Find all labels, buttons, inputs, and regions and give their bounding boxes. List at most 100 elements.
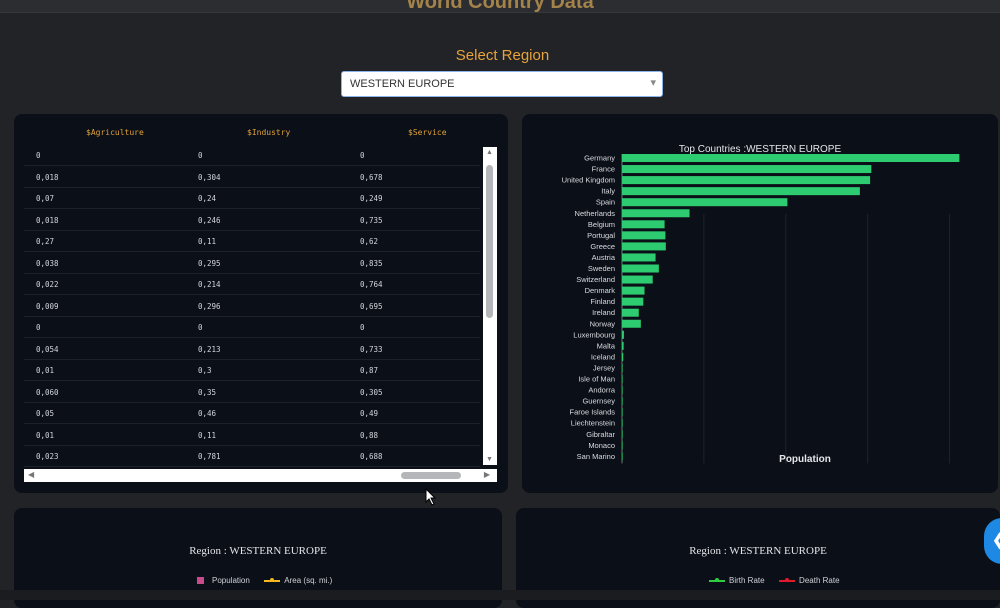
legend-label-death-rate[interactable]: Death Rate <box>799 576 839 585</box>
table-cell: 0,62 <box>360 237 379 246</box>
table-cell: 0,764 <box>360 280 383 289</box>
legend-label-area[interactable]: Area (sq. mi.) <box>284 576 332 585</box>
region-select-value: WESTERN EUROPE <box>350 78 455 90</box>
bar[interactable] <box>622 198 788 207</box>
table-row[interactable]: 0,07 0,24 0,249 <box>24 187 480 209</box>
scroll-right-icon[interactable]: ▶ <box>484 470 490 479</box>
bar[interactable] <box>622 187 860 196</box>
table-row[interactable]: 0,038 0,295 0,835 <box>24 252 480 274</box>
bar[interactable] <box>622 209 690 218</box>
table-cell: 0 <box>198 151 203 160</box>
table-row[interactable]: 0,01 0,3 0,87 <box>24 359 480 381</box>
column-header-service[interactable]: $Service <box>408 128 447 137</box>
horizontal-scrollbar[interactable]: ◀ ▶ <box>24 469 497 482</box>
bar[interactable] <box>622 275 653 284</box>
horizontal-scroll-thumb[interactable] <box>401 472 461 479</box>
vertical-scrollbar[interactable]: ▲ ▼ <box>483 147 497 465</box>
table-row[interactable]: 0,05 0,46 0,49 <box>24 402 480 424</box>
category-label: Spain <box>596 198 615 207</box>
category-label: Jersey <box>593 363 615 372</box>
category-label: Luxembourg <box>573 330 615 339</box>
column-header-industry[interactable]: $Industry <box>247 128 290 137</box>
table-row[interactable]: 0,01 0,11 0,88 <box>24 424 480 446</box>
bar[interactable] <box>622 154 960 162</box>
mouse-cursor-icon <box>425 488 437 506</box>
top-countries-chart-card: Top Countries :WESTERN EUROPE Germany Fra… <box>522 114 998 493</box>
bar[interactable] <box>622 220 665 229</box>
bar[interactable] <box>622 419 623 428</box>
table-row[interactable]: 0,023 0,781 0,688 <box>24 445 480 467</box>
table-cell: 0,46 <box>198 409 217 418</box>
bar[interactable] <box>622 242 666 251</box>
table-cell: 0,781 <box>198 452 221 461</box>
table-row[interactable]: 0,009 0,296 0,695 <box>24 295 480 317</box>
table-row[interactable]: 0 0 0 <box>24 316 480 338</box>
legend-label-population[interactable]: Population <box>212 576 250 585</box>
category-label: Belgium <box>588 220 615 229</box>
table-cell: 0,060 <box>36 387 59 397</box>
category-label: Gibraltar <box>586 430 615 439</box>
bottom-bar <box>0 590 1000 600</box>
category-label: Norway <box>590 319 616 328</box>
category-label: Sweden <box>588 264 615 273</box>
table-row[interactable]: 0,018 0,304 0,678 <box>24 166 480 188</box>
category-label: Guernsey <box>582 397 615 406</box>
vertical-scroll-thumb[interactable] <box>486 165 493 318</box>
table-cell: 0,11 <box>198 430 217 440</box>
table-row[interactable]: 0,022 0,214 0,764 <box>24 273 480 295</box>
table-cell: 0,038 <box>36 258 59 268</box>
bar[interactable] <box>622 341 624 350</box>
region-select[interactable]: WESTERN EUROPE ▾ <box>341 71 663 97</box>
chevron-down-icon[interactable]: ▾ <box>650 76 656 89</box>
bar[interactable] <box>622 286 645 295</box>
category-label: San Marino <box>577 452 615 461</box>
table-cell: 0,733 <box>360 344 383 354</box>
table-body[interactable]: 0 0 0 0,018 0,304 0,678 0,07 0,24 0,249 0,018 0,24… <box>24 144 480 474</box>
scroll-left-icon[interactable]: ◀ <box>28 470 34 479</box>
scroll-down-icon[interactable]: ▼ <box>486 456 493 463</box>
table-cell: 0,304 <box>198 172 221 182</box>
bar[interactable] <box>622 375 623 383</box>
bar[interactable] <box>622 430 623 439</box>
table-row[interactable]: 0,054 0,213 0,733 <box>24 338 480 360</box>
bar[interactable] <box>622 397 623 406</box>
bar[interactable] <box>622 231 666 240</box>
table-cell: 0,296 <box>198 301 221 311</box>
table-row[interactable]: 0,27 0,11 0,62 <box>24 230 480 252</box>
table-cell: 0 <box>36 151 41 160</box>
bar[interactable] <box>622 165 872 174</box>
bar[interactable] <box>622 363 623 372</box>
bar[interactable] <box>622 253 656 262</box>
category-label: Austria <box>592 253 616 262</box>
table-row[interactable]: 0,060 0,35 0,305 <box>24 381 480 403</box>
bar[interactable] <box>622 452 623 461</box>
bar[interactable] <box>622 330 624 339</box>
table-cell: 0,01 <box>36 366 55 375</box>
table-cell: 0,87 <box>360 366 379 375</box>
bar[interactable] <box>622 264 659 273</box>
category-label: Netherlands <box>575 209 616 218</box>
bar[interactable] <box>622 441 623 450</box>
table-row[interactable]: 0 0 0 <box>24 144 480 166</box>
category-label: Monaco <box>588 441 615 450</box>
bar[interactable] <box>622 386 623 395</box>
table-cell: 0,022 <box>36 280 59 289</box>
bar[interactable] <box>622 352 624 361</box>
table-row[interactable]: 0,018 0,246 0,735 <box>24 209 480 231</box>
category-label: Isle of Man <box>578 375 615 384</box>
table-cell: 0,3 <box>198 366 212 375</box>
bar[interactable] <box>622 308 639 317</box>
bar[interactable] <box>622 319 641 328</box>
column-header-agriculture[interactable]: $Agriculture <box>86 128 144 137</box>
bar[interactable] <box>622 176 871 185</box>
table-cell: 0 <box>360 323 365 332</box>
legend-label-birth-rate[interactable]: Birth Rate <box>729 576 765 585</box>
category-label: Iceland <box>591 352 615 361</box>
category-label: Finland <box>590 297 615 306</box>
chart-subtitle: Region : WESTERN EUROPE <box>689 545 827 557</box>
bar[interactable] <box>622 408 623 417</box>
table-cell: 0,835 <box>360 258 383 268</box>
bar[interactable] <box>622 297 644 306</box>
scroll-up-icon[interactable]: ▲ <box>486 149 493 156</box>
chart-title: Top Countries :WESTERN EUROPE <box>679 144 842 155</box>
